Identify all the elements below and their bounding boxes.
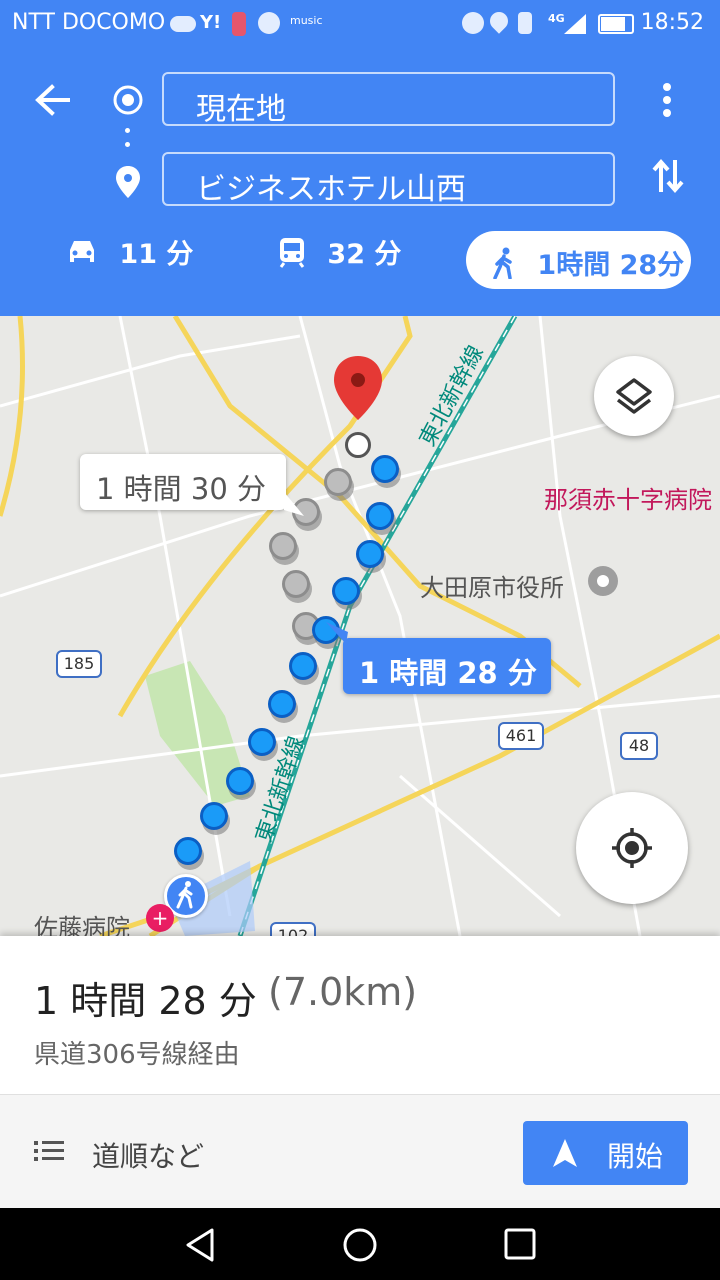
destination-marker-icon[interactable] [332, 356, 384, 436]
layers-button[interactable] [594, 356, 674, 436]
yahoo-icon: Y! [200, 12, 222, 33]
route-dot [289, 652, 317, 680]
mode-walking[interactable]: 1時間 28分 [466, 231, 691, 289]
ball-icon [258, 12, 280, 34]
clock: 18:52 [640, 10, 704, 35]
back-icon[interactable] [184, 1228, 216, 1262]
route-dot [371, 455, 399, 483]
route-shield-48: 48 [620, 732, 658, 760]
hospital-label[interactable]: 那須赤十字病院 [544, 480, 712, 515]
alt-route-dot [324, 468, 352, 496]
music-icon: music [290, 14, 323, 27]
route-dot [125, 142, 130, 147]
recents-icon[interactable] [504, 1228, 536, 1260]
system-nav-bar [0, 1208, 720, 1280]
origin-field[interactable]: 現在地 [162, 72, 615, 127]
phone-app-icon [232, 12, 246, 36]
mode-transit[interactable]: 32 分 [278, 232, 401, 290]
train-icon [279, 237, 305, 268]
cloud-icon [170, 16, 196, 32]
route-dot [332, 577, 360, 605]
battery-icon [598, 14, 634, 34]
route-shield-461: 461 [498, 722, 544, 750]
bubble-tail [284, 492, 304, 516]
route-dot [125, 128, 130, 133]
data-saver-icon [462, 12, 484, 34]
layers-icon [616, 378, 652, 414]
route-dot [248, 728, 276, 756]
destination-field[interactable]: ビジネスホテル山西 [162, 152, 615, 207]
route-dot [226, 767, 254, 795]
action-bar: 道順など 開始 [0, 1094, 720, 1208]
alt-route-time-bubble[interactable]: 1 時間 30 分 [80, 454, 286, 510]
list-icon [34, 1141, 64, 1161]
route-shield-185: 185 [56, 650, 102, 678]
route-summary-sheet[interactable]: 1 時間 28 分 (7.0km) 県道306号線経由 道順など 開始 [0, 936, 720, 1208]
destination-point [345, 432, 371, 458]
alt-route-dot [269, 532, 297, 560]
route-dot [268, 690, 296, 718]
route-distance: (7.0km) [268, 970, 418, 1014]
mode-driving-label: 11 分 [119, 239, 194, 270]
start-label: 開始 [607, 1140, 664, 1173]
status-bar: NTT DOCOMO Y! music 4G 18:52 [0, 0, 720, 48]
route-dot [356, 540, 384, 568]
car-icon [70, 240, 94, 262]
home-icon[interactable] [342, 1227, 378, 1263]
crosshair-icon [612, 828, 652, 868]
vibrate-icon [518, 12, 532, 34]
hospital-icon: + [146, 904, 174, 932]
carrier-name: NTT DOCOMO [12, 10, 166, 35]
selected-route-time-bubble[interactable]: 1 時間 28 分 [343, 638, 551, 694]
route-via: 県道306号線経由 [34, 1040, 240, 1070]
navigation-arrow-icon [553, 1139, 577, 1167]
city-hall-label[interactable]: 大田原市役所 [420, 568, 564, 603]
walk-icon [176, 881, 193, 909]
landmark-icon [588, 566, 618, 596]
my-location-button[interactable] [576, 792, 688, 904]
more-options-icon[interactable] [660, 82, 674, 118]
signal-icon [564, 14, 586, 34]
start-navigation-button[interactable]: 開始 [523, 1121, 688, 1185]
origin-icon [113, 85, 143, 115]
mode-walking-label: 1時間 28分 [537, 250, 685, 281]
steps-button[interactable]: 道順など [34, 1095, 294, 1209]
mode-driving[interactable]: 11 分 [66, 232, 193, 290]
alt-route-dot [282, 570, 310, 598]
mode-transit-label: 32 分 [327, 239, 402, 270]
hospital-label[interactable]: 佐藤病院 [34, 908, 130, 936]
map-view[interactable]: 1 時間 30 分 1 時間 28 分 那須赤十字病院 大田原市役所 佐藤病院 … [0, 316, 720, 936]
back-arrow-icon[interactable] [34, 84, 70, 116]
walk-icon [493, 247, 512, 280]
location-icon [486, 8, 512, 34]
route-dot [174, 837, 202, 865]
steps-label: 道順など [92, 1140, 205, 1173]
bubble-tail [326, 622, 348, 644]
route-dot [366, 502, 394, 530]
route-duration: 1 時間 28 分 [34, 979, 257, 1023]
route-shield-102: 102 [270, 922, 316, 936]
destination-pin-icon [116, 166, 140, 198]
swap-icon[interactable] [652, 158, 684, 194]
route-dot [200, 802, 228, 830]
network-label: 4G [548, 12, 565, 25]
directions-header: 現在地 ビジネスホテル山西 11 分 32 分 1時間 28分 [0, 48, 720, 316]
